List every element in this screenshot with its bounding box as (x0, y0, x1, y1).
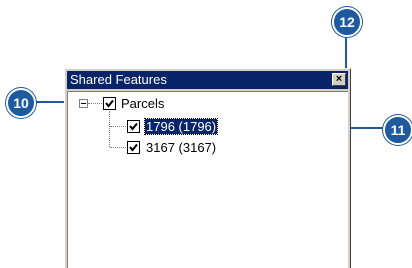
tree-connector (88, 103, 102, 104)
parcels-label[interactable]: Parcels (121, 96, 164, 111)
window-title: Shared Features (70, 72, 167, 87)
tree-view: Parcels 1796 (1796) 3167 (3167) (67, 91, 348, 268)
parcel-3167-checkbox[interactable] (127, 141, 140, 154)
title-bar[interactable]: Shared Features × (67, 71, 348, 89)
close-icon: × (335, 73, 343, 85)
close-button[interactable]: × (332, 73, 346, 86)
parcel-1796-label[interactable]: 1796 (1796) (143, 118, 219, 135)
callout-11: 11 (383, 115, 412, 145)
collapse-icon[interactable] (79, 99, 88, 108)
callout-12-leader (345, 37, 347, 69)
tree-connector (110, 147, 126, 148)
callout-12: 12 (332, 7, 362, 37)
callout-10: 10 (6, 88, 36, 118)
shared-features-window: Shared Features × Parcels 1796 (1796) 31… (64, 68, 351, 268)
stage: Shared Features × Parcels 1796 (1796) 31… (0, 0, 412, 268)
parcel-1796-checkbox[interactable] (127, 120, 140, 133)
parcels-checkbox[interactable] (103, 97, 116, 110)
parcel-3167-label[interactable]: 3167 (3167) (146, 140, 216, 155)
tree-connector (109, 111, 110, 147)
tree-connector (110, 126, 126, 127)
